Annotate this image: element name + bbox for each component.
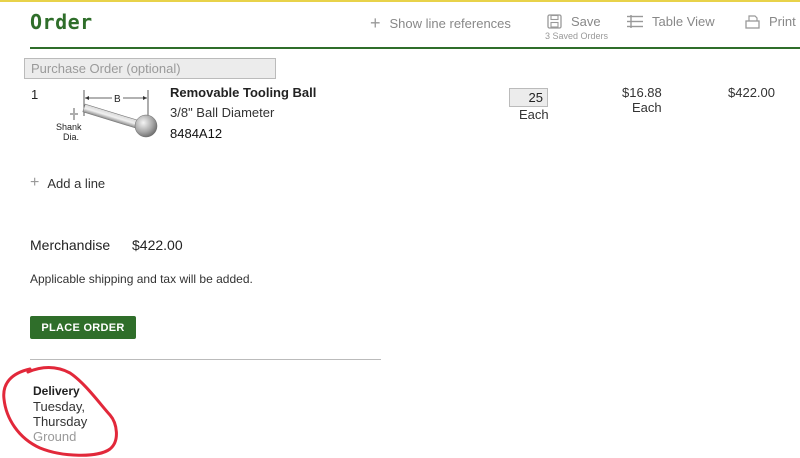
price-unit: Each [632,100,662,115]
saved-orders-count[interactable]: 3 Saved Orders [545,31,608,41]
show-line-references-label: Show line references [389,15,511,31]
line-total: $422.00 [728,85,775,100]
save-button[interactable]: Save [547,14,601,29]
table-view-icon [627,15,643,28]
product-description: 3/8" Ball Diameter [170,105,275,120]
show-line-references-button[interactable]: + Show line references [370,14,511,32]
product-image[interactable]: B Shank Dia. [56,84,160,144]
plus-icon: + [30,174,40,191]
add-line-button[interactable]: + Add a line [30,175,105,191]
table-view-label: Table View [652,14,715,29]
dia-label: Dia. [63,132,79,142]
purchase-order-input[interactable] [24,58,276,79]
unit-price: $16.88 [622,85,662,100]
plus-icon: + [370,13,381,33]
add-line-label: Add a line [47,175,106,191]
quantity-unit: Each [519,107,549,122]
shipping-note: Applicable shipping and tax will be adde… [30,272,253,286]
shank-label: Shank [56,122,82,132]
quantity-input[interactable] [509,88,548,107]
product-name-link[interactable]: Removable Tooling Ball [170,85,316,100]
top-accent-line [0,0,800,2]
save-icon [547,14,562,29]
merchandise-value: $422.00 [132,237,183,253]
header-divider [30,47,800,49]
print-label: Print [769,14,796,29]
place-order-button[interactable]: PLACE ORDER [30,316,136,339]
part-number[interactable]: 8484A12 [170,126,222,141]
merchandise-label: Merchandise [30,237,111,253]
line-number: 1 [31,87,39,102]
annotation-circle [2,366,118,457]
print-icon [745,14,760,29]
save-label: Save [571,14,601,29]
table-view-button[interactable]: Table View [627,14,715,29]
dimension-b-label: B [114,94,121,105]
section-divider [30,359,381,360]
print-button[interactable]: Print [745,14,796,29]
page-title: Order [30,10,93,34]
